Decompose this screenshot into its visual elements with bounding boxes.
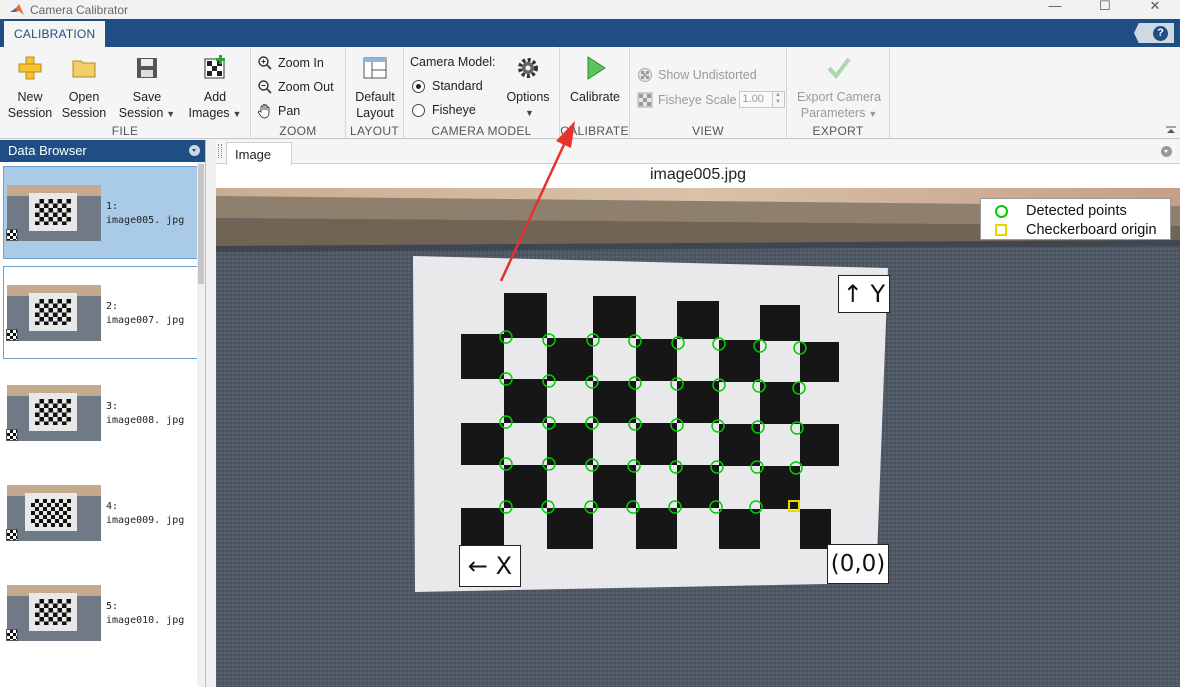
layout-grid-icon xyxy=(363,57,387,79)
thumbnail-image xyxy=(7,185,101,241)
help-button[interactable]: ? xyxy=(1134,23,1174,43)
zoom-in-button[interactable]: Zoom In xyxy=(257,55,324,71)
list-item[interactable]: 2: image007. jpg xyxy=(3,266,203,359)
thumbnail-image xyxy=(7,585,101,641)
green-circle-icon xyxy=(995,204,1008,218)
plot-legend: Detected points Checkerboard origin xyxy=(980,198,1171,240)
tab-image[interactable]: Image xyxy=(226,142,293,165)
thumbnail-image xyxy=(7,385,101,441)
document-tabbar: Image xyxy=(216,140,1180,165)
pan-button[interactable]: Pan xyxy=(257,103,300,119)
image-title: image005.jpg xyxy=(649,166,747,183)
data-browser-panel: Data Browser 1: image005. jpg 2: image007.… xyxy=(0,140,206,687)
play-icon xyxy=(587,56,606,80)
default-layout-button[interactable]: Default Layout xyxy=(350,55,400,121)
radio-standard-indicator xyxy=(412,79,425,93)
list-item[interactable]: 5: image010. jpg xyxy=(3,566,203,659)
fisheye-scale-spinner[interactable]: ▲ ▼ xyxy=(772,91,785,108)
checkerboard-badge-icon xyxy=(6,529,18,541)
radio-standard[interactable]: Standard xyxy=(412,79,483,93)
group-view: Show Undistorted Fisheye Scale 1.00 ▲ ▼ V… xyxy=(630,47,787,139)
collapse-ribbon-icon[interactable] xyxy=(1166,126,1176,134)
legend-detected-points: Detected points xyxy=(995,203,1127,219)
options-dropdown-icon: ▼ xyxy=(525,108,534,118)
add-images-icon xyxy=(204,55,225,79)
help-icon: ? xyxy=(1153,25,1168,41)
show-undistorted-button[interactable]: Show Undistorted xyxy=(637,67,757,83)
legend-checkerboard-origin: Checkerboard origin xyxy=(995,222,1157,238)
hand-pan-icon xyxy=(257,104,270,119)
origin-label: (0,0) xyxy=(827,544,889,584)
window-title: Camera Calibrator xyxy=(30,2,129,17)
gear-icon xyxy=(518,58,538,78)
group-label-file: FILE xyxy=(111,124,139,138)
list-item[interactable]: 3: image008. jpg xyxy=(3,366,203,459)
checkmark-icon xyxy=(827,57,851,80)
group-export: Export Camera Parameters ▼ EXPORT xyxy=(787,47,890,139)
thumbnail-image xyxy=(7,285,101,341)
zoom-in-icon xyxy=(258,56,272,70)
window-titlebar: Camera Calibrator — ☐ ✕ xyxy=(0,0,1180,19)
folder-icon xyxy=(72,60,96,78)
checkerboard-badge-icon xyxy=(6,329,18,341)
list-item[interactable]: 1: image005. jpg xyxy=(3,166,203,259)
group-label-export: EXPORT xyxy=(812,124,864,138)
document-menu-icon[interactable] xyxy=(1161,146,1172,157)
y-axis-label: ↑ Y xyxy=(838,275,890,313)
checkerboard-badge-icon xyxy=(6,429,18,441)
checkerboard-badge-icon xyxy=(6,629,18,641)
open-session-button[interactable]: Open Session xyxy=(60,55,108,121)
group-label-calibrate: CALIBRATE xyxy=(560,124,629,138)
fisheye-scale-icon xyxy=(637,92,653,107)
checkerboard-photo xyxy=(216,188,1180,687)
save-session-button[interactable]: Save Session ▼ xyxy=(116,55,178,122)
matlab-logo-icon xyxy=(10,3,24,15)
radio-fisheye-indicator xyxy=(412,103,425,117)
save-dropdown-icon: ▼ xyxy=(166,109,176,119)
panel-menu-icon[interactable] xyxy=(189,145,200,156)
options-button[interactable]: Options ▼ xyxy=(502,55,554,121)
group-camera-model: Camera Model: Standard Fisheye Options ▼… xyxy=(404,47,560,139)
export-dropdown-icon: ▼ xyxy=(868,109,878,119)
calibration-image[interactable]: Detected points Checkerboard origin ↑ Y … xyxy=(216,188,1180,687)
export-camera-parameters-button[interactable]: Export Camera Parameters ▼ xyxy=(791,55,887,122)
floppy-disk-icon xyxy=(137,58,157,78)
yellow-square-icon xyxy=(995,224,1007,236)
calibrate-button[interactable]: Calibrate xyxy=(566,55,624,105)
zoom-out-button[interactable]: Zoom Out xyxy=(257,79,334,95)
group-label-camera-model: CAMERA MODEL xyxy=(431,124,532,138)
group-label-view: VIEW xyxy=(692,124,724,138)
data-browser-title: Data Browser xyxy=(8,143,87,158)
data-browser-header: Data Browser xyxy=(0,140,205,162)
ribbon-toolstrip: New Session Open Session Save Session ▼ A… xyxy=(0,47,1180,139)
maximize-button[interactable]: ☐ xyxy=(1080,0,1130,19)
fisheye-scale-input[interactable]: 1.00 xyxy=(738,91,773,108)
undistort-icon xyxy=(638,68,652,82)
tab-calibration[interactable]: CALIBRATION xyxy=(4,21,106,47)
fisheye-scale-control: Fisheye Scale 1.00 ▲ ▼ xyxy=(637,91,785,108)
list-item[interactable]: 4: image009. jpg xyxy=(3,466,203,559)
camera-model-heading: Camera Model: xyxy=(410,55,496,69)
group-zoom: Zoom In Zoom Out Pan ZOOM xyxy=(251,47,346,139)
new-session-button[interactable]: New Session xyxy=(6,55,54,121)
data-browser-scrollbar[interactable] xyxy=(197,162,205,687)
group-label-layout: LAYOUT xyxy=(350,124,399,138)
zoom-out-icon xyxy=(258,80,272,94)
checkerboard-badge-icon xyxy=(6,229,18,241)
drag-grip-icon[interactable] xyxy=(218,144,222,158)
add-images-button[interactable]: Add Images ▼ xyxy=(184,55,246,122)
plus-icon xyxy=(18,56,42,80)
radio-fisheye[interactable]: Fisheye xyxy=(412,103,476,117)
image-document-panel: Image image005.jpg Detected points Check… xyxy=(216,140,1180,687)
close-button[interactable]: ✕ xyxy=(1130,0,1180,19)
group-file: New Session Open Session Save Session ▼ A… xyxy=(0,47,251,139)
group-calibrate: Calibrate CALIBRATE xyxy=(560,47,630,139)
add-images-dropdown-icon: ▼ xyxy=(232,109,242,119)
ribbon-tabbar: CALIBRATION ? xyxy=(0,19,1180,47)
minimize-button[interactable]: — xyxy=(1030,0,1080,19)
group-layout: Default Layout LAYOUT xyxy=(346,47,404,139)
x-axis-label: ← X xyxy=(459,545,521,587)
thumbnail-image xyxy=(7,485,101,541)
group-label-zoom: ZOOM xyxy=(279,124,317,138)
